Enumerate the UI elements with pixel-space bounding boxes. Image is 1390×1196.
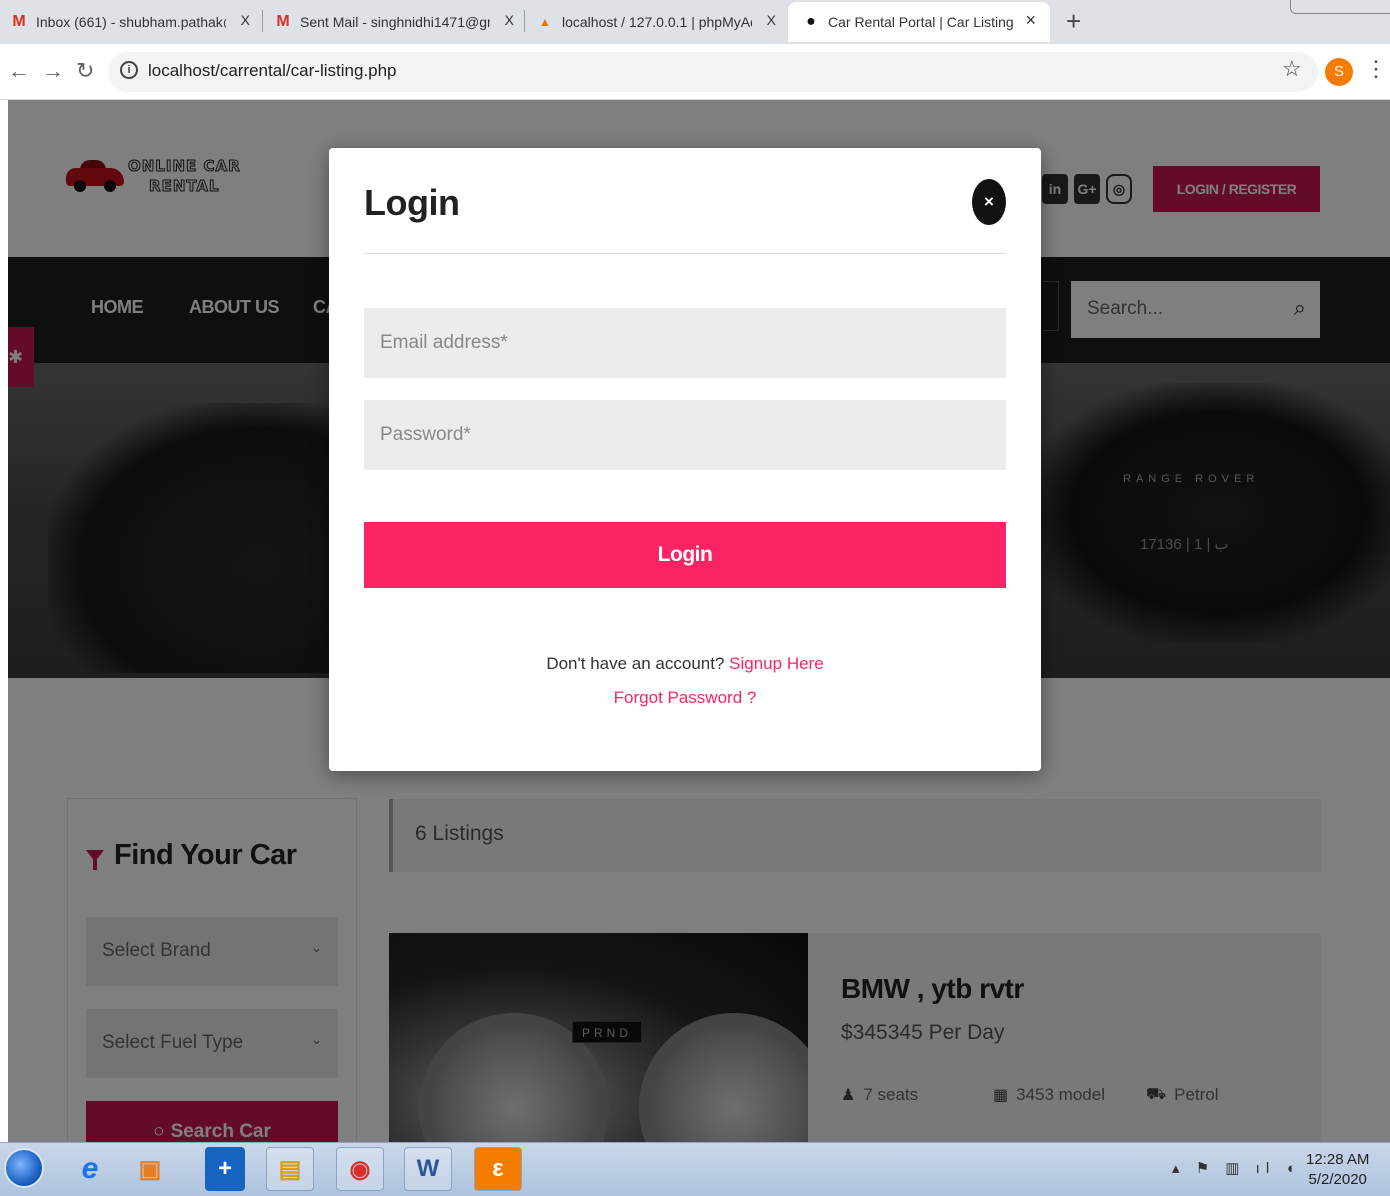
back-arrow-icon[interactable]: ← xyxy=(8,58,30,84)
clock-date: 5/2/2020 xyxy=(1308,1171,1367,1188)
window-controls[interactable] xyxy=(1290,0,1390,14)
chrome-icon[interactable]: ◉ xyxy=(336,1147,384,1191)
password-field[interactable] xyxy=(364,400,1006,470)
tab-title: Inbox (661) - shubham.pathak@t xyxy=(36,14,226,30)
xampp-icon[interactable]: ε xyxy=(474,1147,522,1191)
tab-separator xyxy=(262,10,263,32)
bookmark-star-icon[interactable]: ☆ xyxy=(1282,56,1302,82)
start-button[interactable] xyxy=(4,1148,44,1188)
modal-title: Login xyxy=(364,182,460,223)
windows-taskbar: e ▣ + ▤ ◉ W ε ▴ ⚑ ▥ ıl ◖ 12:28 AM 5/2/20… xyxy=(0,1142,1390,1196)
tab-car-rental[interactable]: ● Car Rental Portal | Car Listing × xyxy=(788,2,1050,42)
email-field[interactable] xyxy=(364,308,1006,378)
word-icon[interactable]: W xyxy=(404,1147,452,1191)
tab-sent-mail[interactable]: M Sent Mail - singhnidhi1471@gm X xyxy=(274,2,514,42)
tab-close-icon[interactable]: X xyxy=(767,12,776,28)
tab-title: Car Rental Portal | Car Listing xyxy=(828,14,1014,30)
file-explorer-icon[interactable]: ▤ xyxy=(266,1147,314,1191)
tab-close-icon[interactable]: X xyxy=(241,12,250,28)
tab-title: Sent Mail - singhnidhi1471@gm xyxy=(300,14,490,30)
address-bar: ← → ↻ i localhost/carrental/car-listing.… xyxy=(0,44,1390,100)
tab-close-icon[interactable]: X xyxy=(505,12,514,28)
tab-separator xyxy=(524,10,525,32)
login-modal: Login × Login Don't have an account? Sig… xyxy=(329,148,1041,771)
signup-link[interactable]: Signup Here xyxy=(729,654,824,673)
forward-arrow-icon[interactable]: → xyxy=(42,58,64,84)
system-tray-icons[interactable]: ▴ ⚑ ▥ ıl ◖ xyxy=(1172,1159,1300,1177)
login-submit-button[interactable]: Login xyxy=(364,522,1006,588)
site-icon: ● xyxy=(806,13,816,30)
internet-explorer-icon[interactable]: e xyxy=(66,1147,114,1191)
gmail-icon: M xyxy=(12,13,26,30)
signup-prompt: Don't have an account? Signup Here xyxy=(329,654,1041,674)
profile-avatar[interactable]: S xyxy=(1325,58,1353,86)
new-tab-button[interactable]: + xyxy=(1066,6,1081,37)
modal-divider xyxy=(364,253,1006,254)
tab-title: localhost / 127.0.0.1 | phpMyAdm xyxy=(562,14,752,30)
web-page: ONLINE CAR RENTAL in G+ ◎ LOGIN / REGIST… xyxy=(8,100,1390,1142)
tab-phpmyadmin[interactable]: ▲ localhost / 127.0.0.1 | phpMyAdm X xyxy=(536,2,776,42)
clock-time: 12:28 AM xyxy=(1306,1151,1370,1168)
tab-inbox[interactable]: M Inbox (661) - shubham.pathak@t X xyxy=(10,2,250,42)
add-app-icon[interactable]: + xyxy=(205,1147,245,1191)
taskbar-clock[interactable]: 12:28 AM 5/2/2020 xyxy=(1306,1150,1369,1190)
menu-kebab-icon[interactable]: ⋮ xyxy=(1365,56,1387,82)
media-player-icon[interactable]: ▣ xyxy=(126,1147,174,1191)
browser-tabbar: M Inbox (661) - shubham.pathak@t X M Sen… xyxy=(0,0,1390,44)
tab-close-icon[interactable]: × xyxy=(1025,10,1036,31)
forgot-password-link[interactable]: Forgot Password ? xyxy=(329,688,1041,708)
gmail-icon: M xyxy=(276,13,290,30)
close-icon[interactable]: × xyxy=(972,179,1006,225)
phpmyadmin-icon: ▲ xyxy=(539,15,551,29)
url-text[interactable]: localhost/carrental/car-listing.php xyxy=(148,61,397,81)
signup-prompt-text: Don't have an account? xyxy=(546,654,725,673)
info-icon[interactable]: i xyxy=(120,61,138,79)
reload-icon[interactable]: ↻ xyxy=(76,58,94,84)
url-omnibox[interactable]: i localhost/carrental/car-listing.php xyxy=(108,52,1318,92)
